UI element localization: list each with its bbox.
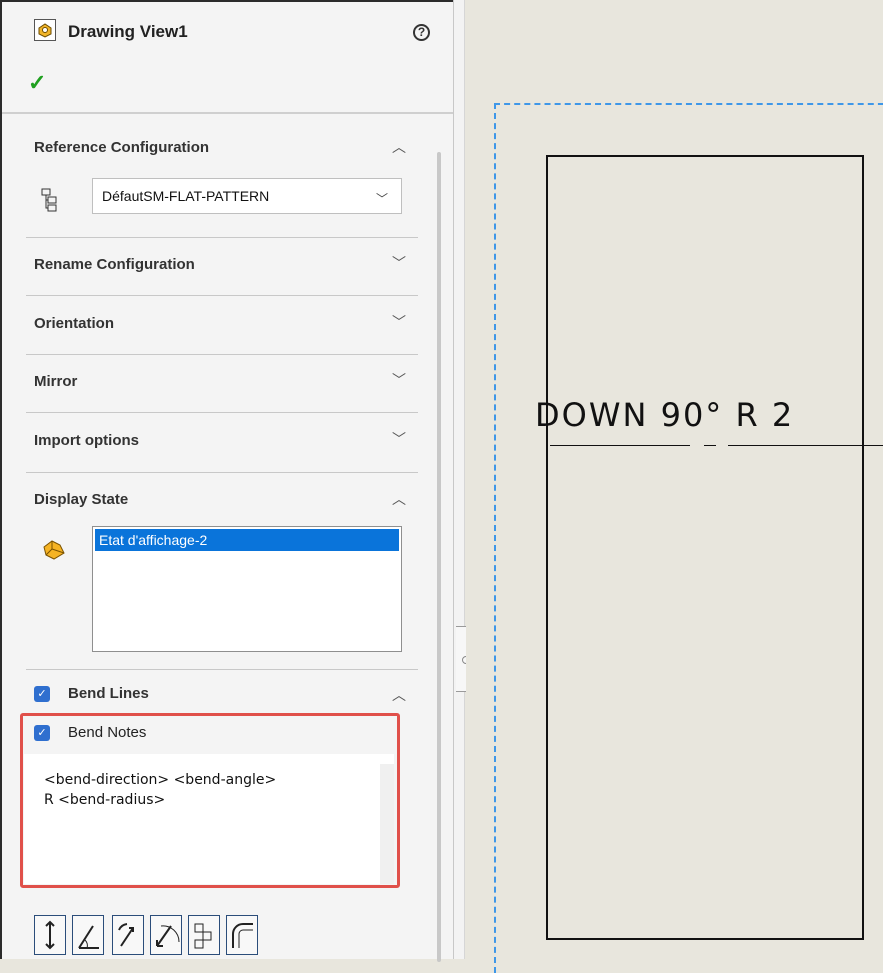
chevron-down-icon[interactable]: ﹀ (392, 315, 406, 329)
display-state-list[interactable]: Etat d'affichage-2 (92, 526, 402, 652)
bend-order-icon[interactable] (112, 915, 144, 955)
sheet-metal-gauge-icon[interactable] (188, 915, 220, 955)
bend-lines-label: Bend Lines (68, 685, 149, 702)
panel-scrollbar[interactable] (437, 152, 441, 962)
panel-splitter[interactable] (453, 0, 465, 959)
section-divider (26, 354, 418, 355)
configuration-icon (40, 187, 60, 213)
help-icon[interactable]: ? (413, 24, 430, 41)
chevron-down-icon[interactable]: ﹀ (392, 373, 406, 387)
section-display-state[interactable]: Display State (34, 491, 128, 508)
configuration-value: DéfautSM-FLAT-PATTERN (102, 188, 270, 204)
section-import-options[interactable]: Import options (34, 432, 139, 449)
section-divider (26, 472, 418, 473)
chevron-down-icon: ﹀ (376, 192, 389, 206)
chevron-down-icon[interactable]: ﹀ (392, 432, 406, 446)
section-divider (26, 412, 418, 413)
header-divider (2, 112, 455, 114)
display-state-item[interactable]: Etat d'affichage-2 (95, 529, 399, 551)
section-mirror[interactable]: Mirror (34, 373, 77, 390)
panel-header (2, 2, 455, 114)
flat-pattern-outline[interactable] (546, 155, 864, 940)
section-divider (26, 237, 418, 238)
chevron-down-icon[interactable]: ﹀ (392, 256, 406, 270)
ok-checkmark-icon[interactable]: ✓ (28, 70, 46, 96)
property-manager-panel: Drawing View1 ? ✓ Reference Configuratio… (0, 0, 455, 962)
section-divider (26, 669, 418, 670)
highlight-annotation (20, 713, 400, 888)
section-orientation[interactable]: Orientation (34, 315, 114, 332)
bend-note-underline (728, 445, 883, 446)
bend-allowance-icon[interactable] (226, 915, 258, 955)
bend-note-underline (704, 445, 716, 446)
panel-title: Drawing View1 (68, 22, 188, 41)
section-divider (26, 295, 418, 296)
configuration-dropdown[interactable]: DéfautSM-FLAT-PATTERN ﹀ (92, 178, 402, 214)
chevron-up-icon[interactable]: ︿ (392, 140, 406, 154)
bend-note-underline (550, 445, 690, 446)
chevron-up-icon[interactable]: ︿ (392, 688, 406, 702)
section-reference-configuration[interactable]: Reference Configuration (34, 139, 209, 156)
bend-lines-checkbox[interactable]: ✓ (34, 686, 50, 702)
bend-direction-icon[interactable] (34, 915, 66, 955)
display-state-icon (40, 535, 68, 563)
bend-angle-icon[interactable] (72, 915, 104, 955)
bend-note-annotation[interactable]: DOWN 90° R 2 (535, 396, 794, 434)
section-rename-configuration[interactable]: Rename Configuration (34, 256, 195, 273)
drawing-view-icon (34, 19, 56, 41)
bend-radius-icon[interactable] (150, 915, 182, 955)
chevron-up-icon[interactable]: ︿ (392, 492, 406, 506)
